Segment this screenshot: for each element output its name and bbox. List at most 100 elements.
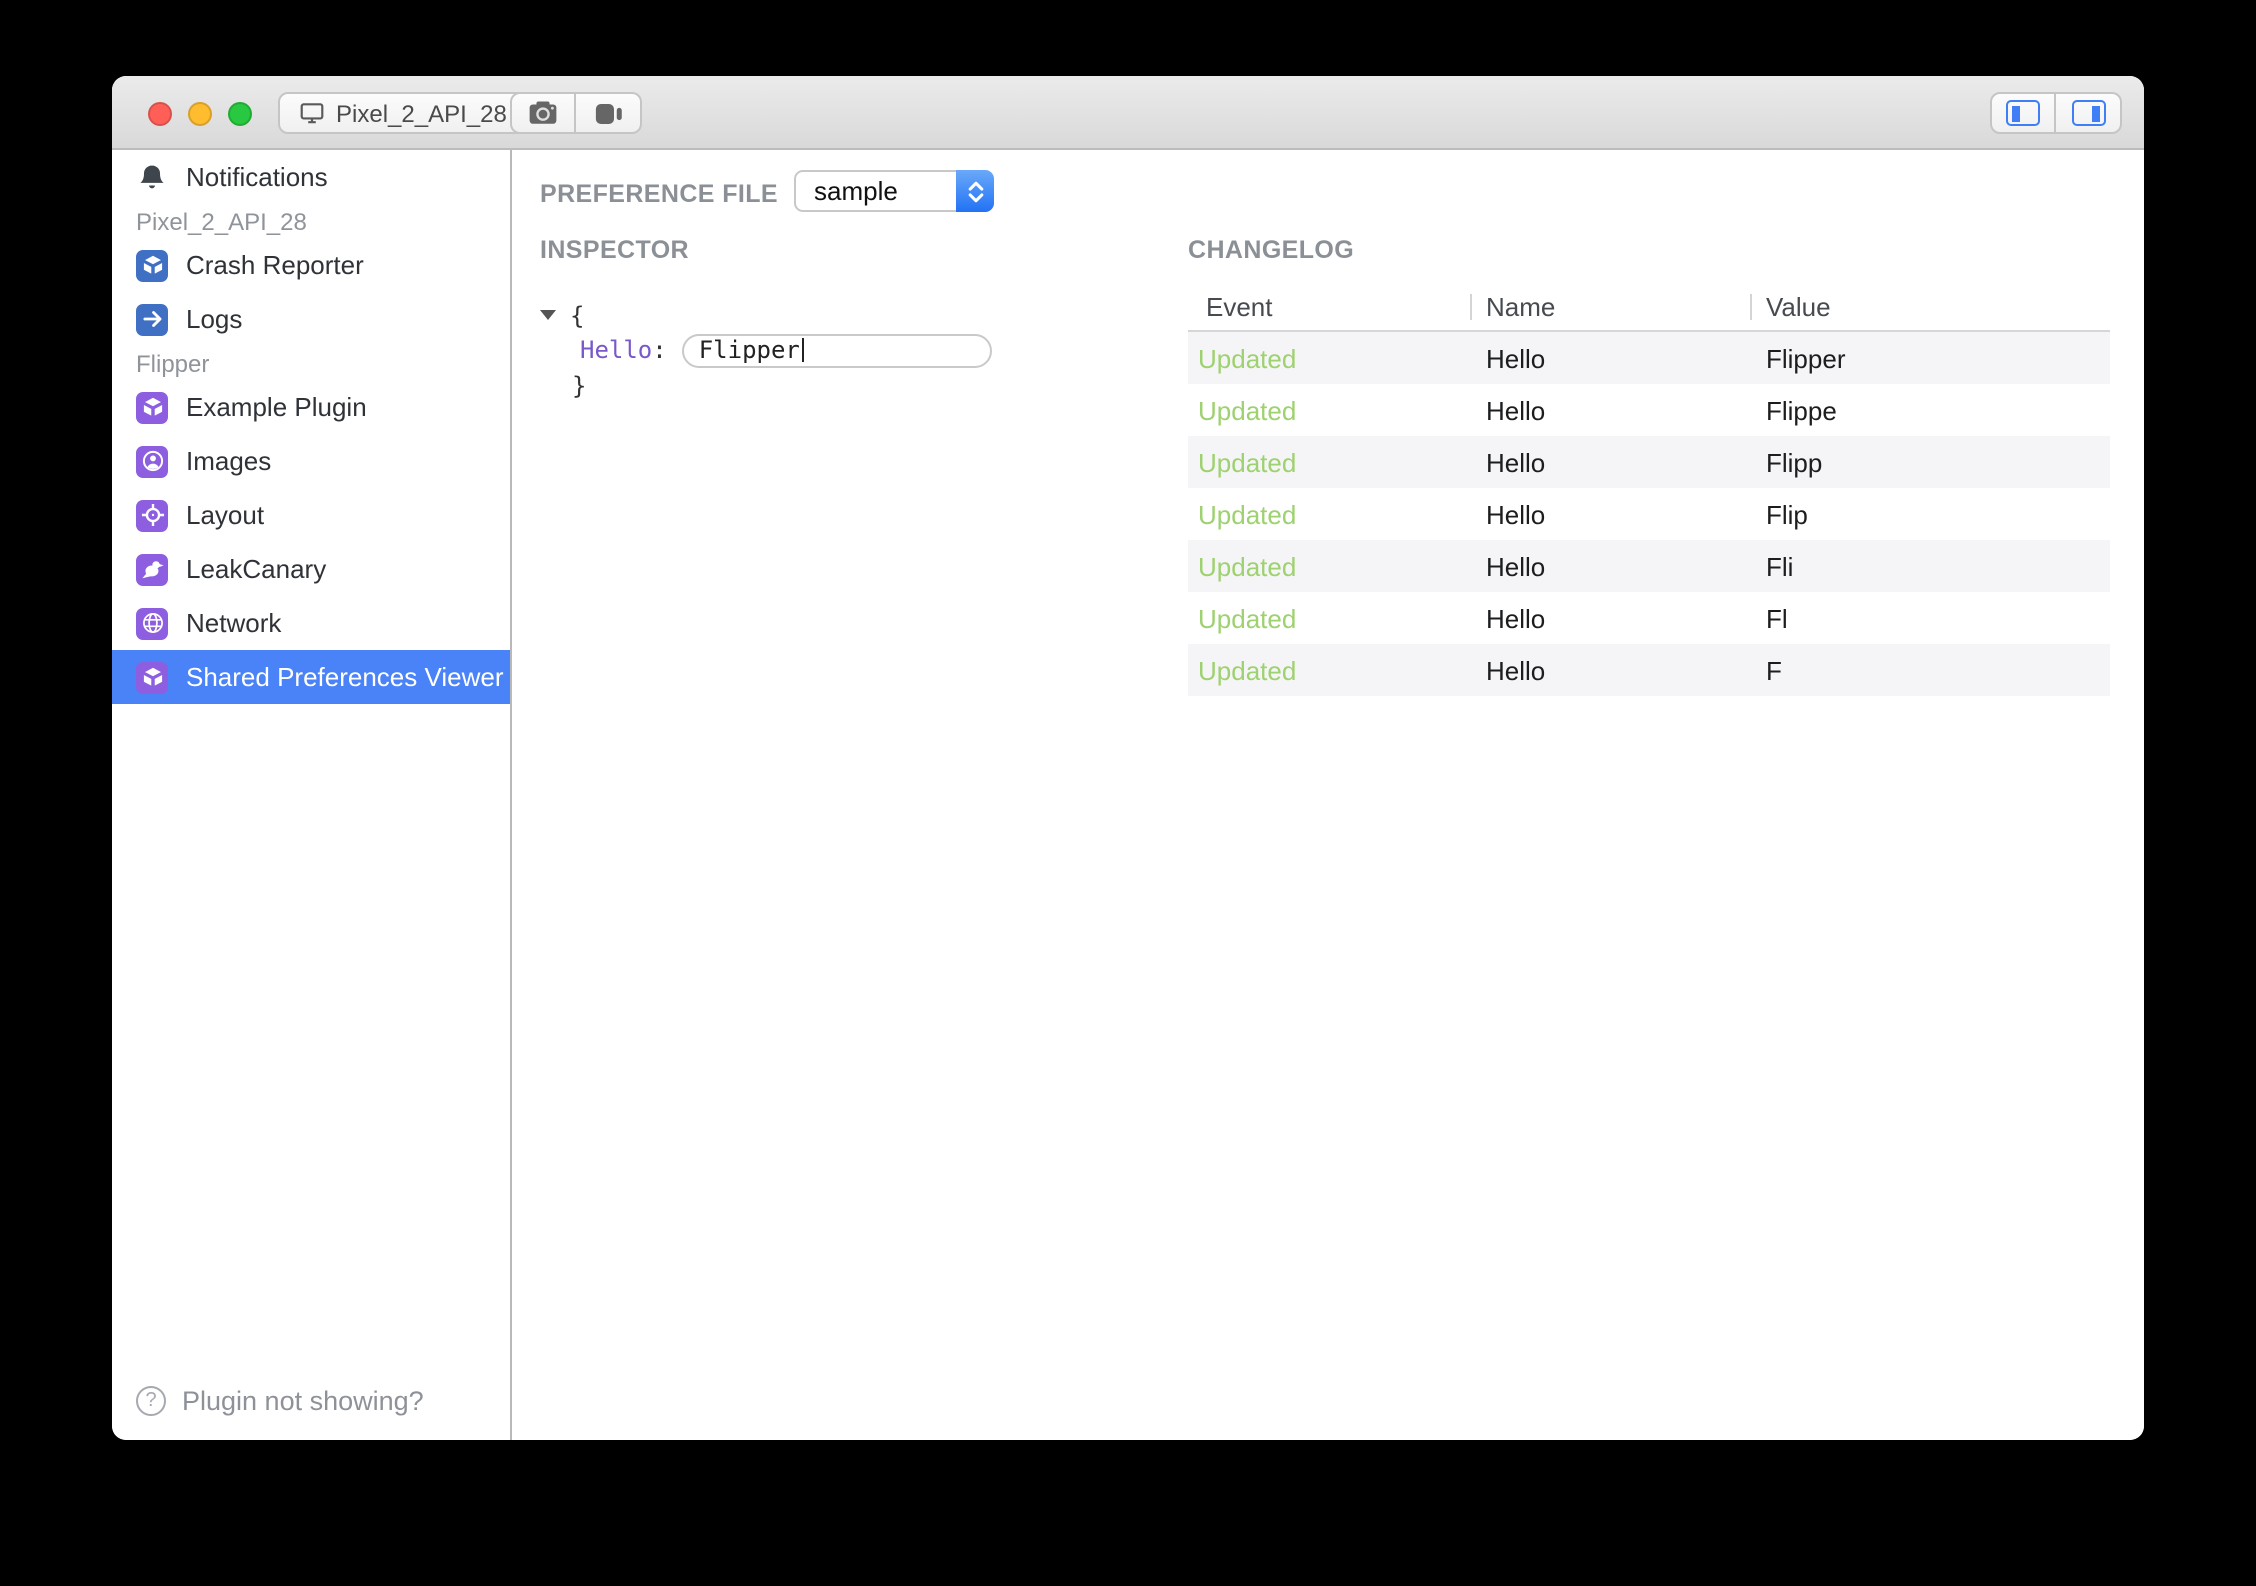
pane-toggle-group xyxy=(1990,92,2122,134)
column-header-name[interactable]: Name xyxy=(1470,284,1750,330)
open-brace: { xyxy=(570,302,584,330)
preference-file-select[interactable]: sample xyxy=(794,170,994,212)
sidebar-item-label: Shared Preferences Viewer xyxy=(186,662,504,692)
cell-value: Fl xyxy=(1750,592,2110,644)
window-body: Notifications Pixel_2_API_28 Crash Repor… xyxy=(112,150,2144,1440)
monitor-icon xyxy=(298,100,326,126)
device-selector-label: Pixel_2_API_28 xyxy=(336,99,507,127)
video-camera-icon xyxy=(593,101,623,125)
sidebar-item-label: Logs xyxy=(186,304,242,334)
sidebar-item-logs[interactable]: Logs xyxy=(112,292,510,346)
sidebar-item-shared-preferences-viewer[interactable]: Shared Preferences Viewer xyxy=(112,650,510,704)
changelog-table-header: Event Name Value xyxy=(1188,284,2110,332)
cell-name: Hello xyxy=(1470,384,1750,436)
toggle-left-sidebar-button[interactable] xyxy=(1990,92,2056,134)
cell-value: Flipper xyxy=(1750,332,2110,384)
sidebar-section-device: Pixel_2_API_28 xyxy=(112,204,510,238)
cube-icon xyxy=(136,661,168,693)
screen-record-button[interactable] xyxy=(576,92,642,134)
zoom-window-button[interactable] xyxy=(228,101,252,125)
sidebar-item-label: Crash Reporter xyxy=(186,250,364,280)
cube-icon xyxy=(136,249,168,281)
table-row[interactable]: Updated Hello Flipp xyxy=(1188,436,2110,488)
sidebar-item-label: Network xyxy=(186,608,281,638)
flipper-window: Pixel_2_API_28 xyxy=(112,76,2144,1440)
titlebar: Pixel_2_API_28 xyxy=(112,76,2144,150)
sidebar-section-app: Flipper xyxy=(112,346,510,380)
cell-event: Updated xyxy=(1188,436,1470,488)
inspector-tree: { Hello : Flipper } xyxy=(536,298,993,403)
cell-event: Updated xyxy=(1188,332,1470,384)
disclosure-triangle-icon[interactable] xyxy=(540,311,556,321)
select-stepper-icon xyxy=(956,170,994,212)
plugin-help-label: Plugin not showing? xyxy=(182,1386,424,1416)
table-row[interactable]: Updated Hello Flipper xyxy=(1188,332,2110,384)
person-circle-icon xyxy=(136,445,168,477)
device-selector-button[interactable]: Pixel_2_API_28 xyxy=(278,92,527,134)
sidebar-item-label: Notifications xyxy=(186,162,328,192)
capture-button-group xyxy=(510,92,642,134)
traffic-lights xyxy=(148,101,252,125)
plugin-content: PREFERENCE FILE sample INSPECTOR { xyxy=(512,150,2144,1440)
tree-root-line: { xyxy=(536,298,993,333)
camera-icon xyxy=(528,100,558,126)
sidebar-item-images[interactable]: Images xyxy=(112,434,510,488)
close-brace: } xyxy=(572,372,586,400)
minimize-window-button[interactable] xyxy=(188,101,212,125)
right-pane-icon xyxy=(2071,100,2105,126)
changelog-table-body: Updated Hello Flipper Updated Hello Flip… xyxy=(1188,332,2110,696)
table-row[interactable]: Updated Hello Flippe xyxy=(1188,384,2110,436)
sidebar-item-notifications[interactable]: Notifications xyxy=(112,150,510,204)
target-icon xyxy=(136,499,168,531)
bird-icon xyxy=(136,553,168,585)
sidebar-item-leakcanary[interactable]: LeakCanary xyxy=(112,542,510,596)
sidebar-item-label: Example Plugin xyxy=(186,392,367,422)
cell-value: F xyxy=(1750,644,2110,696)
table-row[interactable]: Updated Hello Fl xyxy=(1188,592,2110,644)
sidebar-item-network[interactable]: Network xyxy=(112,596,510,650)
cell-event: Updated xyxy=(1188,592,1470,644)
preference-file-label: PREFERENCE FILE xyxy=(540,180,778,208)
sidebar-item-example-plugin[interactable]: Example Plugin xyxy=(112,380,510,434)
left-pane-icon xyxy=(2006,100,2040,126)
table-row[interactable]: Updated Hello Fli xyxy=(1188,540,2110,592)
column-header-event[interactable]: Event xyxy=(1188,284,1470,330)
value-input-text: Flipper xyxy=(699,337,800,365)
tree-entry-line: Hello : Flipper xyxy=(536,333,993,368)
cube-icon xyxy=(136,391,168,423)
table-row[interactable]: Updated Hello F xyxy=(1188,644,2110,696)
changelog-label: CHANGELOG xyxy=(1188,236,1354,264)
toggle-right-sidebar-button[interactable] xyxy=(2056,92,2122,134)
cell-name: Hello xyxy=(1470,488,1750,540)
cell-name: Hello xyxy=(1470,540,1750,592)
sidebar-item-label: Layout xyxy=(186,500,264,530)
bell-icon xyxy=(136,161,168,193)
screenshot-button[interactable] xyxy=(510,92,576,134)
close-window-button[interactable] xyxy=(148,101,172,125)
cell-value: Flip xyxy=(1750,488,2110,540)
cell-name: Hello xyxy=(1470,332,1750,384)
value-input[interactable]: Flipper xyxy=(683,334,993,368)
cell-value: Flippe xyxy=(1750,384,2110,436)
arrow-right-icon xyxy=(136,303,168,335)
sidebar-item-layout[interactable]: Layout xyxy=(112,488,510,542)
json-colon: : xyxy=(652,337,666,365)
table-row[interactable]: Updated Hello Flip xyxy=(1188,488,2110,540)
plugin-sidebar: Notifications Pixel_2_API_28 Crash Repor… xyxy=(112,150,512,1440)
cell-event: Updated xyxy=(1188,488,1470,540)
cell-name: Hello xyxy=(1470,644,1750,696)
sidebar-item-crash-reporter[interactable]: Crash Reporter xyxy=(112,238,510,292)
cell-event: Updated xyxy=(1188,384,1470,436)
cell-name: Hello xyxy=(1470,436,1750,488)
help-icon: ? xyxy=(136,1386,166,1416)
cell-event: Updated xyxy=(1188,644,1470,696)
inspector-label: INSPECTOR xyxy=(540,236,689,264)
screen: Pixel_2_API_28 xyxy=(0,0,2256,1586)
column-header-value[interactable]: Value xyxy=(1750,284,2110,330)
json-key: Hello xyxy=(580,337,652,365)
globe-icon xyxy=(136,607,168,639)
tree-close-line: } xyxy=(536,368,993,403)
cell-value: Fli xyxy=(1750,540,2110,592)
plugin-help-link[interactable]: ? Plugin not showing? xyxy=(136,1374,424,1428)
sidebar-item-label: Images xyxy=(186,446,271,476)
